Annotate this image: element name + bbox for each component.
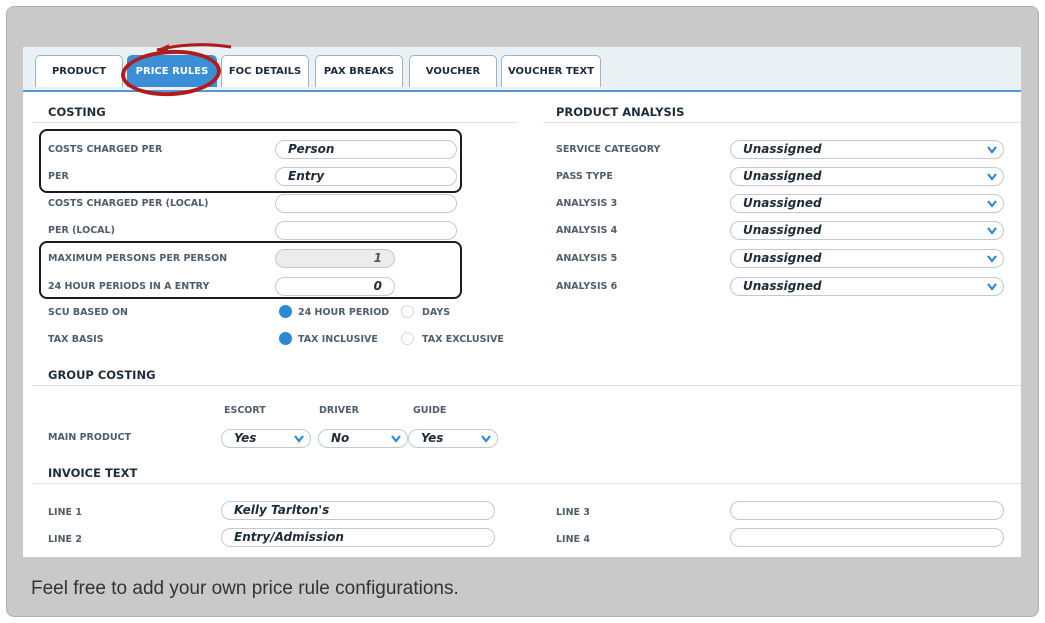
scu-24-hour-label: 24 HOUR PERIOD [298, 307, 390, 318]
guide-column-header: GUIDE [413, 405, 447, 416]
tax-inclusive-label: TAX INCLUSIVE [298, 334, 378, 345]
product-analysis-heading: PRODUCT ANALYSIS [556, 105, 685, 119]
scu-label: SCU BASED ON [48, 307, 128, 318]
select-value: Unassigned [743, 169, 822, 183]
driver-select[interactable]: No [318, 429, 408, 448]
analysis-row-label: ANALYSIS 6 [556, 281, 618, 292]
tab-strip: PRODUCT PRICE RULES FOC DETAILS PAX BREA… [23, 43, 1021, 99]
group-costing-divider [33, 385, 1021, 386]
tab-pax-breaks[interactable]: PAX BREAKS [315, 55, 403, 87]
per-local-field[interactable] [275, 221, 457, 240]
tax-exclusive-label: TAX EXCLUSIVE [422, 334, 504, 345]
tax-inclusive-radio[interactable] [279, 332, 292, 345]
costs-charged-per-local-label: COSTS CHARGED PER (LOCAL) [48, 198, 209, 209]
chevron-down-icon [294, 435, 304, 443]
escort-column-header: ESCORT [224, 405, 266, 416]
select-value: Unassigned [743, 251, 822, 265]
main-product-label: MAIN PRODUCT [48, 432, 132, 443]
select-value: Yes [421, 431, 444, 445]
costs-charged-per-label: COSTS CHARGED PER [48, 144, 163, 155]
chevron-down-icon [987, 283, 997, 291]
select-value: Unassigned [743, 223, 822, 237]
tax-exclusive-radio[interactable] [401, 332, 414, 345]
tab-foc-details[interactable]: FOC DETAILS [221, 55, 309, 87]
costs-charged-per-local-field[interactable] [275, 194, 457, 213]
chevron-down-icon [987, 255, 997, 263]
price-rules-panel: PRODUCT PRICE RULES FOC DETAILS PAX BREA… [23, 43, 1021, 557]
line-4-field[interactable] [730, 528, 1004, 547]
driver-column-header: DRIVER [319, 405, 359, 416]
guide-select[interactable]: Yes [408, 429, 498, 448]
service-category-select[interactable]: Unassigned [730, 140, 1004, 159]
per-local-label: PER (LOCAL) [48, 225, 115, 236]
line-3-label: LINE 3 [556, 507, 590, 518]
per-label: PER [48, 171, 69, 182]
caption-text: Feel free to add your own price rule con… [31, 578, 459, 599]
analysis-row-label: ANALYSIS 4 [556, 225, 618, 236]
analysis-3-select[interactable]: Unassigned [730, 194, 1004, 213]
analysis-5-select[interactable]: Unassigned [730, 249, 1004, 268]
chevron-down-icon [987, 146, 997, 154]
invoice-divider [33, 483, 1021, 484]
chevron-down-icon [391, 435, 401, 443]
pass-type-select[interactable]: Unassigned [730, 167, 1004, 186]
chevron-down-icon [987, 173, 997, 181]
analysis-4-select[interactable]: Unassigned [730, 221, 1004, 240]
costs-charged-per-field[interactable]: Person [275, 140, 457, 159]
tax-basis-label: TAX BASIS [48, 334, 104, 345]
scu-24-hour-radio[interactable] [279, 305, 292, 318]
periods-field[interactable]: 0 [275, 277, 395, 296]
line-4-label: LINE 4 [556, 534, 590, 545]
analysis-row-label: ANALYSIS 5 [556, 253, 618, 264]
scu-days-label: DAYS [422, 307, 451, 318]
tab-voucher-text[interactable]: VOUCHER TEXT [501, 55, 601, 87]
escort-select[interactable]: Yes [221, 429, 311, 448]
analysis-6-select[interactable]: Unassigned [730, 277, 1004, 296]
analysis-row-label: ANALYSIS 3 [556, 198, 618, 209]
select-value: Unassigned [743, 196, 822, 210]
group-costing-heading: GROUP COSTING [48, 368, 156, 382]
chevron-down-icon [987, 200, 997, 208]
max-persons-field: 1 [275, 249, 395, 268]
tab-product[interactable]: PRODUCT [35, 55, 123, 87]
select-value: Yes [234, 431, 257, 445]
select-value: Unassigned [743, 142, 822, 156]
line-3-field[interactable] [730, 501, 1004, 520]
periods-label: 24 HOUR PERIODS IN A ENTRY [48, 281, 210, 292]
analysis-row-label: PASS TYPE [556, 171, 613, 182]
invoice-text-heading: INVOICE TEXT [48, 466, 138, 480]
select-value: Unassigned [743, 279, 822, 293]
line-1-field[interactable]: Kelly Tarlton's [221, 501, 495, 520]
costing-divider [33, 122, 518, 123]
chevron-down-icon [481, 435, 491, 443]
line-1-label: LINE 1 [48, 507, 82, 518]
line-2-label: LINE 2 [48, 534, 82, 545]
analysis-row-label: SERVICE CATEGORY [556, 144, 661, 155]
scu-days-radio[interactable] [401, 305, 414, 318]
chevron-down-icon [987, 227, 997, 235]
tab-voucher[interactable]: VOUCHER [409, 55, 497, 87]
select-value: No [331, 431, 350, 445]
analysis-divider [543, 122, 1021, 123]
line-2-field[interactable]: Entry/Admission [221, 528, 495, 547]
annotation-arrow-icon [156, 43, 232, 54]
max-persons-label: MAXIMUM PERSONS PER PERSON [48, 253, 228, 264]
per-field[interactable]: Entry [275, 167, 457, 186]
costing-heading: COSTING [48, 105, 106, 119]
